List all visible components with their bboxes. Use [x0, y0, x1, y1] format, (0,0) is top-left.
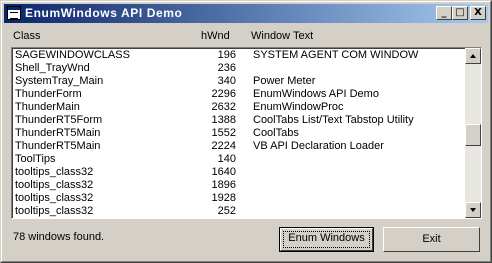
list-item[interactable]: ThunderMain 2632 EnumWindowProc [13, 101, 464, 114]
row-hwnd-cell: 1896 [211, 179, 236, 191]
row-hwnd-cell: 236 [217, 62, 236, 74]
row-class-cell: ThunderForm [15, 88, 82, 100]
windows-listbox[interactable]: SAGEWINDOWCLASS 196 SYSTEM AGENT COM WINDO… [11, 47, 482, 219]
arrow-up-icon [470, 54, 476, 58]
scroll-up-button[interactable] [465, 48, 481, 64]
row-hwnd-cell: 2224 [211, 140, 236, 152]
listbox-rows: SAGEWINDOWCLASS 196 SYSTEM AGENT COM WINDO… [13, 49, 464, 218]
list-item[interactable]: ThunderRT5Main 2224 VB API Declaration Loa… [13, 140, 464, 153]
row-class-cell: SystemTray_Main [15, 75, 104, 87]
row-hwnd-cell: 2296 [211, 88, 236, 100]
list-item[interactable]: tooltips_class32 1896 [13, 179, 464, 192]
scroll-down-button[interactable] [465, 202, 481, 218]
list-item[interactable]: ToolTips 140 [13, 153, 464, 166]
column-header-hwnd: hWnd [201, 30, 230, 42]
row-window-text-cell: EnumWindows API Demo [253, 88, 379, 100]
list-item[interactable]: tooltips_class32 1928 [13, 192, 464, 205]
list-item[interactable]: SAGEWINDOWCLASS 196 SYSTEM AGENT COM WINDO… [13, 49, 464, 62]
status-label: 78 windows found. [13, 231, 105, 243]
exit-button[interactable]: Exit [383, 227, 480, 252]
row-class-cell: tooltips_class32 [15, 205, 94, 217]
row-window-text-cell: CoolTabs [253, 127, 299, 139]
row-class-cell: tooltips_class32 [15, 166, 94, 178]
main-window: EnumWindows API Demo _ □ X Class hWnd Wi… [0, 0, 492, 263]
row-hwnd-cell: 1388 [211, 114, 236, 126]
list-item[interactable]: ThunderRT5Form 1388 CoolTabs List/Text Tab… [13, 114, 464, 127]
close-button[interactable]: X [470, 6, 486, 20]
list-item[interactable]: SystemTray_Main 340 Power Meter [13, 75, 464, 88]
column-header-window-text: Window Text [251, 30, 314, 42]
arrow-down-icon [470, 208, 476, 212]
row-class-cell: ThunderRT5Main [15, 127, 101, 139]
row-class-cell: Shell_TrayWnd [15, 62, 90, 74]
title-bar[interactable]: EnumWindows API Demo _ □ X [4, 4, 488, 23]
app-window-icon[interactable] [7, 6, 21, 20]
exit-label: Exit [422, 233, 441, 245]
row-hwnd-cell: 1640 [211, 166, 236, 178]
row-class-cell: tooltips_class32 [15, 192, 94, 204]
row-hwnd-cell: 1928 [211, 192, 236, 204]
row-hwnd-cell: 196 [217, 49, 236, 61]
row-class-cell: ThunderMain [15, 101, 80, 113]
enum-windows-label: Enum Windows [288, 232, 365, 244]
minimize-button[interactable]: _ [436, 6, 452, 20]
row-window-text-cell: Power Meter [253, 75, 316, 87]
row-hwnd-cell: 340 [217, 75, 236, 87]
row-class-cell: tooltips_class32 [15, 179, 94, 191]
row-window-text-cell: VB API Declaration Loader [253, 140, 384, 152]
vertical-scrollbar[interactable] [465, 48, 481, 218]
row-class-cell: ThunderRT5Form [15, 114, 103, 126]
maximize-button[interactable]: □ [452, 6, 468, 20]
row-class-cell: ToolTips [15, 153, 56, 165]
enum-windows-button[interactable]: Enum Windows [279, 227, 374, 252]
row-window-text-cell: EnumWindowProc [253, 101, 344, 113]
list-item[interactable]: tooltips_class32 252 [13, 205, 464, 218]
row-window-text-cell: SYSTEM AGENT COM WINDOW [253, 49, 419, 61]
scroll-thumb[interactable] [465, 124, 481, 146]
list-item[interactable]: Shell_TrayWnd 236 [13, 62, 464, 75]
row-hwnd-cell: 252 [217, 205, 236, 217]
column-header-class: Class [13, 30, 41, 42]
row-hwnd-cell: 1552 [211, 127, 236, 139]
row-class-cell: SAGEWINDOWCLASS [15, 49, 130, 61]
list-item[interactable]: ThunderRT5Main 1552 CoolTabs [13, 127, 464, 140]
row-hwnd-cell: 140 [217, 153, 236, 165]
row-hwnd-cell: 2632 [211, 101, 236, 113]
row-window-text-cell: CoolTabs List/Text Tabstop Utility [253, 114, 414, 126]
list-item[interactable]: ThunderForm 2296 EnumWindows API Demo [13, 88, 464, 101]
row-class-cell: ThunderRT5Main [15, 140, 101, 152]
window-title: EnumWindows API Demo [25, 6, 183, 20]
list-item[interactable]: tooltips_class32 1640 [13, 166, 464, 179]
